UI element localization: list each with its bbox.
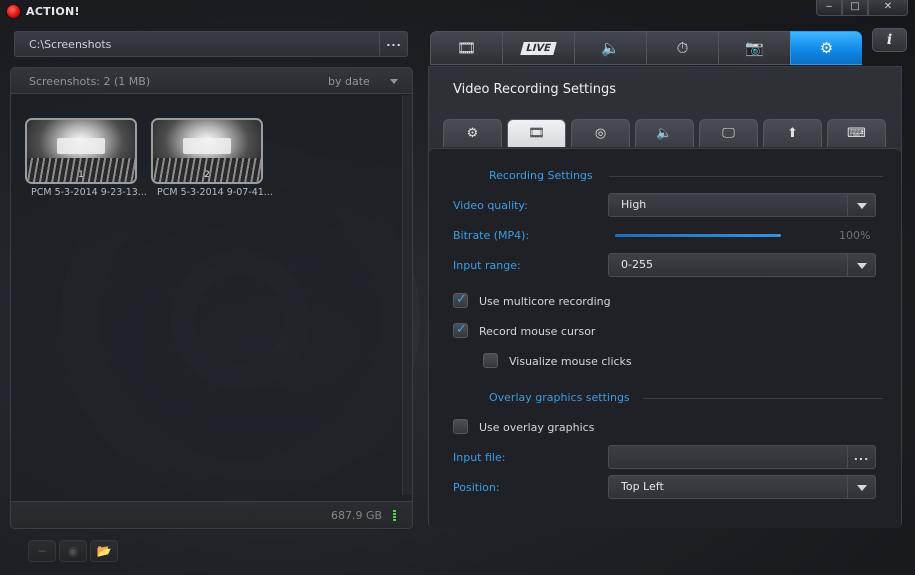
delete-screenshot-button[interactable]: −	[28, 540, 56, 562]
app-logo-icon	[6, 4, 21, 19]
input-file-browse-button[interactable]: ...	[847, 446, 875, 468]
video-quality-select[interactable]: High	[608, 193, 876, 217]
position-label: Position:	[453, 481, 500, 494]
bitrate-value: 100%	[839, 229, 871, 242]
subtab-video[interactable]: 🎞	[507, 119, 566, 147]
gallery-header: Screenshots: 2 (1 MB) by date	[11, 68, 412, 94]
close-icon: ✕	[883, 1, 893, 12]
section-divider	[609, 176, 883, 177]
input-file-label: Input file:	[453, 451, 506, 464]
film-icon: 🎞	[456, 39, 477, 57]
tab-video-recording[interactable]: 🎞	[430, 31, 502, 65]
subtab-webcam[interactable]: ◎	[571, 119, 630, 147]
input-file-field[interactable]: ...	[608, 445, 876, 469]
position-value: Top Left	[621, 480, 664, 493]
settings-title: Video Recording Settings	[453, 82, 617, 97]
multicore-checkbox[interactable]	[453, 292, 468, 308]
monitor-icon: 🖵	[722, 126, 735, 141]
maximize-button[interactable]: □	[842, 0, 868, 16]
chevron-down-icon	[857, 485, 867, 491]
settings-panel: Video Recording Settings ⚙ 🎞 ◎ 🔈 🖵 ⬆ ⌨ R…	[428, 66, 902, 528]
stopwatch-icon: ⏱	[676, 39, 689, 57]
chevron-down-icon	[857, 263, 867, 269]
gallery-footer: 687.9 GB	[11, 501, 412, 528]
overlay-settings-heading: Overlay graphics settings	[489, 391, 630, 404]
keyboard-icon: ⌨	[847, 126, 866, 141]
bitrate-label: Bitrate (MP4):	[453, 229, 530, 242]
tab-screenshots[interactable]: 📷	[718, 31, 790, 65]
camera-icon: 📷	[745, 39, 764, 57]
video-quality-label: Video quality:	[453, 199, 528, 212]
folder-path-text: C:\Screenshots	[29, 38, 112, 51]
video-quality-dropdown-button[interactable]	[847, 194, 875, 216]
subtab-upload[interactable]: ⬆	[763, 119, 822, 147]
thumbnail-index: 2	[204, 170, 210, 180]
view-screenshot-button[interactable]: ◉	[59, 540, 87, 562]
chevron-down-icon[interactable]	[390, 79, 398, 84]
chevron-down-icon	[857, 203, 867, 209]
title-bar[interactable]: ACTION!	[0, 0, 915, 24]
disk-space-indicator-icon	[393, 510, 396, 521]
close-button[interactable]: ✕	[868, 0, 908, 16]
film-icon: 🎞	[528, 126, 545, 141]
thumbnail-caption: PCM 5-3-2014 9-23-13...	[31, 187, 146, 198]
thumbnail-caption: PCM 5-3-2014 9-07-41...	[157, 187, 272, 198]
record-mouse-cursor-checkbox[interactable]	[453, 322, 468, 338]
subtab-display[interactable]: 🖵	[699, 119, 758, 147]
screenshot-folder-path[interactable]: C:\Screenshots ...	[14, 31, 408, 57]
gallery-scrollbar[interactable]	[402, 95, 412, 495]
use-overlay-checkbox[interactable]	[453, 419, 468, 434]
folder-icon: 📂	[96, 544, 112, 558]
gear-icon: ⚙	[819, 39, 834, 57]
info-button[interactable]: i	[872, 28, 907, 52]
visualize-mouse-clicks-checkbox[interactable]	[483, 353, 498, 368]
live-icon: LIVE	[520, 42, 557, 55]
tab-live-streaming[interactable]: LIVE	[502, 31, 574, 65]
input-range-select[interactable]: 0-255	[608, 253, 876, 277]
input-range-dropdown-button[interactable]	[847, 254, 875, 276]
minimize-button[interactable]: ‒	[816, 0, 842, 16]
multicore-label: Use multicore recording	[479, 295, 611, 308]
app-title: ACTION!	[26, 5, 80, 18]
input-range-value: 0-255	[621, 258, 653, 271]
subtab-general[interactable]: ⚙	[443, 119, 502, 147]
screenshot-thumbnail[interactable]: 2	[151, 118, 263, 184]
tab-settings[interactable]: ⚙	[790, 31, 862, 65]
webcam-icon: ◎	[594, 126, 607, 141]
minimize-icon: ‒	[825, 1, 833, 12]
position-select[interactable]: Top Left	[608, 475, 876, 499]
tab-audio[interactable]: 🔈	[574, 31, 646, 65]
subtab-audio[interactable]: 🔈	[635, 119, 694, 147]
minus-icon: −	[36, 544, 48, 558]
screenshot-count: Screenshots: 2 (1 MB)	[29, 75, 151, 88]
upload-icon: ⬆	[787, 126, 798, 141]
thumbnail-index: 1	[78, 170, 84, 180]
speaker-icon: 🔈	[656, 126, 673, 141]
bitrate-slider-fill[interactable]	[615, 234, 781, 237]
open-folder-button[interactable]: 📂	[90, 540, 118, 562]
eye-icon: ◉	[67, 544, 79, 558]
use-overlay-label: Use overlay graphics	[479, 421, 595, 434]
position-dropdown-button[interactable]	[847, 476, 875, 498]
gear-icon: ⚙	[466, 126, 479, 141]
tab-benchmark[interactable]: ⏱	[646, 31, 718, 65]
browse-folder-button[interactable]: ...	[379, 32, 408, 56]
visualize-mouse-clicks-label: Visualize mouse clicks	[509, 355, 632, 368]
record-mouse-cursor-label: Record mouse cursor	[479, 325, 596, 338]
input-range-label: Input range:	[453, 259, 521, 272]
section-divider	[643, 398, 883, 399]
screenshot-thumbnail[interactable]: 1	[25, 118, 137, 184]
maximize-icon: □	[850, 1, 860, 12]
video-quality-value: High	[621, 198, 647, 211]
speaker-icon: 🔈	[601, 39, 620, 57]
sort-dropdown[interactable]: by date	[328, 75, 370, 88]
settings-content: Recording Settings Video quality: High B…	[429, 148, 901, 528]
free-disk-space: 687.9 GB	[331, 509, 383, 522]
subtab-hotkeys[interactable]: ⌨	[827, 119, 886, 147]
recording-settings-heading: Recording Settings	[489, 169, 593, 182]
